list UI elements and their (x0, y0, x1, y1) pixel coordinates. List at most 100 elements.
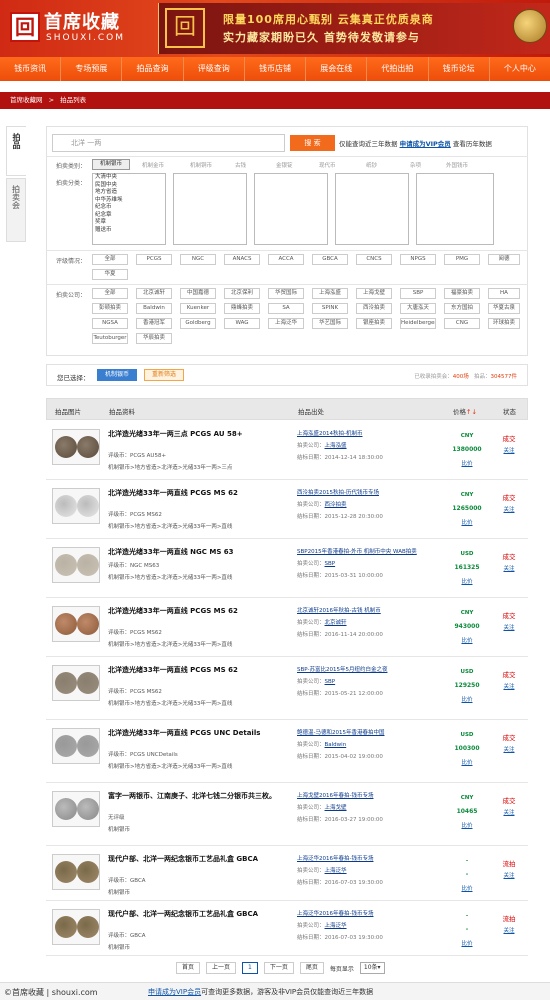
nav-item[interactable]: 钱币店铺 (245, 57, 307, 81)
nav-item[interactable]: 专场预展 (61, 57, 123, 81)
lot-image[interactable] (52, 606, 100, 642)
company-option[interactable]: Goldberg (180, 318, 216, 329)
follow-button[interactable]: 关注 (494, 446, 524, 454)
follow-button[interactable]: 关注 (494, 808, 524, 816)
reset-filter-button[interactable]: 重新筛选 (144, 369, 184, 381)
company-link[interactable]: 上海泓盛 (325, 443, 347, 449)
compare-link[interactable]: 比价 (447, 577, 487, 585)
company-option[interactable]: 大唐泓天 (400, 303, 436, 314)
company-option[interactable]: 北京保利 (224, 288, 260, 299)
lot-source-link[interactable]: 鲍德温-马德和2015年香港春拍中国 (297, 728, 384, 736)
subclass-listbox[interactable] (335, 173, 409, 245)
grade-option[interactable]: ANACS (224, 254, 260, 265)
grade-option[interactable]: GBCA (312, 254, 348, 265)
next-page-button[interactable]: 下一页 (263, 962, 294, 974)
search-input[interactable]: 北洋 一两 (52, 134, 285, 152)
grade-option[interactable]: 华夏 (92, 269, 128, 280)
footer-vip-link[interactable]: 申请成为VIP会员 (148, 988, 201, 996)
tab-auctions[interactable]: 拍卖会 (6, 178, 26, 242)
follow-button[interactable]: 关注 (494, 682, 524, 690)
grade-option[interactable]: 阅德 (488, 254, 520, 265)
last-page-button[interactable]: 尾页 (299, 962, 324, 974)
selected-tag[interactable]: 机制银币 (97, 369, 137, 381)
logo-icon[interactable]: 回 (10, 12, 40, 42)
company-option[interactable]: 华夏古泉 (488, 303, 520, 314)
follow-button[interactable]: 关注 (494, 564, 524, 572)
company-link[interactable]: SBP (325, 679, 336, 685)
company-option[interactable]: WAG (224, 318, 260, 329)
compare-link[interactable]: 比价 (447, 884, 487, 892)
first-page-button[interactable]: 首页 (176, 962, 201, 974)
lot-title[interactable]: 现代户部、北洋一两纪念银币工艺品礼盒 GBCA (108, 854, 293, 864)
category-option[interactable]: 杂项 (410, 161, 421, 169)
company-option[interactable]: 中国嘉德 (180, 288, 216, 299)
lot-image[interactable] (52, 909, 100, 945)
category-option[interactable]: 机制铜币 (190, 161, 212, 169)
compare-link[interactable]: 比价 (447, 695, 487, 703)
company-option[interactable]: 鼎峰拍卖 (224, 303, 260, 314)
compare-link[interactable]: 比价 (447, 636, 487, 644)
class-option[interactable]: 中华苏维埃 (93, 197, 165, 205)
company-option[interactable]: 环球拍卖 (488, 318, 520, 329)
category-option[interactable]: 纸钞 (366, 161, 377, 169)
compare-link[interactable]: 比价 (447, 939, 487, 947)
company-option[interactable]: 华贸国际 (268, 288, 304, 299)
company-option[interactable]: 全部 (92, 288, 128, 299)
lot-image[interactable] (52, 728, 100, 764)
company-option[interactable]: 北京诚轩 (136, 288, 172, 299)
company-option[interactable]: Kuenker (180, 303, 216, 314)
class-listbox[interactable]: 大清中央 民国中央 地方省造 中华苏维埃 纪念币 纪念章 奖章 赠送币 (92, 173, 166, 245)
lot-image[interactable] (52, 791, 100, 827)
class-option[interactable]: 纪念章 (93, 212, 165, 220)
class-option[interactable]: 地方省造 (93, 189, 165, 197)
lot-image[interactable] (52, 854, 100, 890)
lot-source-link[interactable]: 上海戈壁2016年春拍-钱币专场 (297, 791, 373, 799)
company-option[interactable]: 上海泛华 (268, 318, 304, 329)
class-option[interactable]: 大清中央 (93, 174, 165, 182)
follow-button[interactable]: 关注 (494, 745, 524, 753)
category-option[interactable]: 古钱 (235, 161, 246, 169)
company-option[interactable]: Heidelberger (400, 318, 436, 329)
site-name[interactable]: 首席收藏 (44, 8, 120, 34)
follow-button[interactable]: 关注 (494, 871, 524, 879)
lot-source-link[interactable]: 西泠拍卖2015秋拍-历代钱币专场 (297, 488, 379, 496)
category-option[interactable]: 机制银币 (92, 159, 130, 170)
company-option[interactable]: NGSA (92, 318, 128, 329)
lot-image[interactable] (52, 665, 100, 701)
company-link[interactable]: 上海戈壁 (325, 805, 347, 811)
nav-item[interactable]: 代拍出拍 (367, 57, 429, 81)
lot-title[interactable]: 北洋造光绪33年一两直线 PCGS MS 62 (108, 665, 293, 675)
company-option[interactable]: CNG (444, 318, 480, 329)
company-option[interactable]: 香港冠军 (136, 318, 172, 329)
grade-option[interactable]: ACCA (268, 254, 304, 265)
company-link[interactable]: Baldwin (325, 742, 347, 748)
tab-lots[interactable]: 拍品 (6, 126, 26, 176)
compare-link[interactable]: 比价 (447, 758, 487, 766)
class-option[interactable]: 奖章 (93, 219, 165, 227)
grade-option[interactable]: NPGS (400, 254, 436, 265)
nav-item[interactable]: 钱币资讯 (0, 57, 62, 81)
grade-option[interactable]: PMG (444, 254, 480, 265)
lot-source-link[interactable]: SBP-苏富比2015年5月纽约白金之夜 (297, 665, 387, 673)
col-price[interactable]: 价格↑↓ (453, 406, 477, 416)
prev-page-button[interactable]: 上一页 (206, 962, 237, 974)
company-option[interactable]: 华艺国际 (312, 318, 348, 329)
company-option[interactable]: 西泠拍卖 (356, 303, 392, 314)
current-page[interactable]: 1 (242, 962, 258, 974)
per-page-select[interactable]: 10条▾ (359, 962, 385, 974)
company-option[interactable]: 福豪拍卖 (444, 288, 480, 299)
company-option[interactable]: Teutoburger (92, 333, 128, 344)
lot-source-link[interactable]: 上海泛华2016年春拍-钱币专场 (297, 854, 373, 862)
follow-button[interactable]: 关注 (494, 926, 524, 934)
lot-title[interactable]: 富字一两银币、江南庚子、北洋七钱二分银币共三枚。 (108, 791, 293, 801)
grade-option[interactable]: 全部 (92, 254, 128, 265)
company-link[interactable]: 西泠拍卖 (325, 502, 347, 508)
lot-title[interactable]: 北洋造光绪33年一两三点 PCGS AU 58+ (108, 429, 293, 439)
nav-item[interactable]: 展会在线 (306, 57, 368, 81)
grade-option[interactable]: PCGS (136, 254, 172, 265)
lot-source-link[interactable]: 上海泓盛2014秋拍-机制币 (297, 429, 362, 437)
category-option[interactable]: 外国钱币 (446, 161, 468, 169)
grade-option[interactable]: NGC (180, 254, 216, 265)
vip-apply-link[interactable]: 申请成为VIP会员 (400, 140, 451, 148)
nav-item[interactable]: 评级查询 (184, 57, 245, 81)
